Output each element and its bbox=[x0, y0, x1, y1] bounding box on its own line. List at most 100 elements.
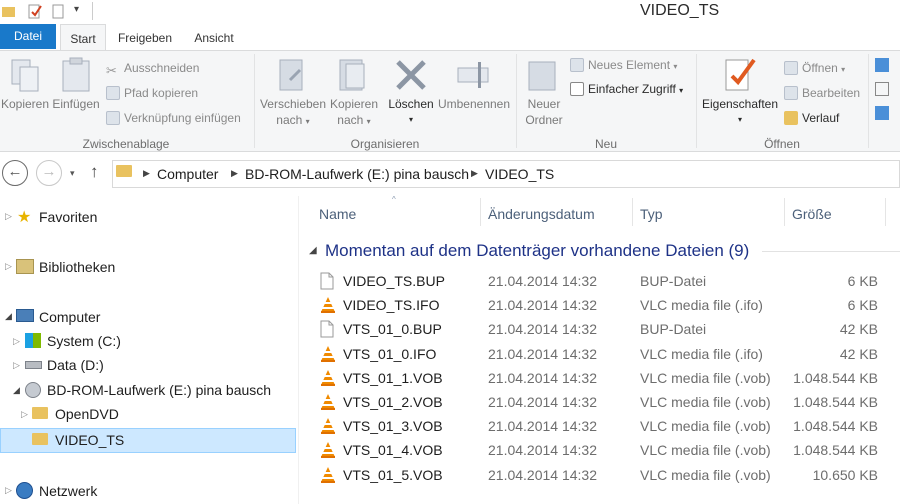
new-folder-button[interactable]: Neuer Ordner bbox=[518, 96, 570, 128]
nav-item-computer[interactable]: Computer bbox=[39, 307, 100, 327]
file-date: 21.04.2014 14:32 bbox=[488, 466, 597, 483]
easy-access-label: Einfacher Zugriff bbox=[588, 82, 676, 96]
file-size: 10.650 KB bbox=[812, 466, 878, 483]
column-header-date[interactable]: Änderungsdatum bbox=[488, 206, 595, 222]
new-folder-qat-icon[interactable] bbox=[52, 4, 66, 19]
properties-button[interactable]: Eigenschaften ▾ bbox=[700, 96, 780, 128]
group-label-new: Neu bbox=[594, 137, 617, 151]
file-row[interactable]: VTS_01_2.VOB 21.04.2014 14:32 VLC media fi… bbox=[300, 391, 900, 415]
breadcrumb-videots[interactable]: VIDEO_TS bbox=[485, 166, 554, 182]
cut-label: Ausschneiden bbox=[124, 61, 200, 75]
breadcrumb-computer[interactable]: Computer bbox=[157, 166, 218, 182]
breadcrumb-separator[interactable]: ▶ bbox=[143, 168, 150, 179]
group-header[interactable]: Momentan auf dem Datenträger vorhandene … bbox=[325, 241, 749, 261]
file-type: VLC media file (.ifo) bbox=[640, 345, 763, 362]
copy-button[interactable]: Kopieren bbox=[0, 96, 50, 112]
file-row[interactable]: VTS_01_1.VOB 21.04.2014 14:32 VLC media fi… bbox=[300, 367, 900, 391]
folder-icon bbox=[32, 407, 48, 422]
group-separator bbox=[696, 54, 697, 148]
paste-shortcut-button[interactable]: Verknüpfung einfügen bbox=[106, 109, 241, 127]
nav-item-opendvd[interactable]: OpenDVD bbox=[55, 404, 119, 424]
file-type: VLC media file (.vob) bbox=[640, 466, 771, 483]
file-name: VIDEO_TS.BUP bbox=[343, 273, 445, 289]
nav-item-videots[interactable]: VIDEO_TS bbox=[55, 430, 124, 450]
select-all-icon[interactable] bbox=[875, 58, 889, 72]
column-header-name[interactable]: Name bbox=[319, 206, 356, 222]
group-separator bbox=[868, 54, 869, 148]
file-row[interactable]: VTS_01_4.VOB 21.04.2014 14:32 VLC media fi… bbox=[300, 439, 900, 463]
breadcrumb-separator[interactable]: ▶ bbox=[471, 168, 478, 179]
expand-icon[interactable]: ▷ bbox=[5, 261, 12, 272]
breadcrumb-separator[interactable]: ▶ bbox=[231, 168, 238, 179]
file-row[interactable]: VTS_01_0.IFO 21.04.2014 14:32 VLC media fi… bbox=[300, 343, 900, 367]
recent-locations-icon[interactable]: ▾ bbox=[70, 168, 75, 179]
paste-button[interactable]: Einfügen bbox=[50, 96, 102, 112]
qat-dropdown-icon[interactable]: ▾ bbox=[74, 4, 79, 15]
file-name: VIDEO_TS.IFO bbox=[343, 297, 440, 314]
vlc-icon bbox=[320, 417, 336, 438]
column-divider[interactable] bbox=[784, 198, 785, 226]
column-divider[interactable] bbox=[480, 198, 481, 226]
file-row[interactable]: VIDEO_TS.IFO 21.04.2014 14:32 VLC media fi… bbox=[300, 294, 900, 318]
library-icon bbox=[16, 259, 34, 274]
breadcrumb-bdrom[interactable]: BD-ROM-Laufwerk (E:) pina bausch bbox=[245, 166, 469, 182]
group-label-clipboard: Zwischenablage bbox=[82, 137, 170, 151]
copy-to-button[interactable]: Kopieren nach ▾ bbox=[328, 96, 380, 130]
file-row[interactable]: VTS_01_5.VOB 21.04.2014 14:32 VLC media fi… bbox=[300, 464, 900, 488]
vlc-icon bbox=[320, 369, 336, 390]
tab-datei[interactable]: Datei bbox=[0, 24, 56, 49]
nav-item-netzwerk[interactable]: Netzwerk bbox=[39, 481, 97, 501]
edit-button[interactable]: Bearbeiten bbox=[784, 84, 860, 102]
collapse-icon[interactable]: ◢ bbox=[5, 311, 12, 322]
disc-drive-icon bbox=[25, 382, 41, 398]
copy-path-button[interactable]: Pfad kopieren bbox=[106, 84, 198, 102]
file-date: 21.04.2014 14:32 bbox=[488, 297, 597, 314]
rename-button[interactable]: Umbenennen bbox=[436, 96, 512, 112]
expand-icon[interactable]: ▷ bbox=[5, 485, 12, 496]
history-button[interactable]: Verlauf bbox=[784, 109, 839, 127]
column-header-type[interactable]: Typ bbox=[640, 206, 663, 222]
new-item-button[interactable]: Neues Element ▾ bbox=[570, 56, 677, 74]
up-button[interactable]: ↑ bbox=[90, 162, 99, 182]
tab-start[interactable]: Start bbox=[60, 24, 106, 51]
column-divider[interactable] bbox=[632, 198, 633, 226]
nav-item-favoriten[interactable]: Favoriten bbox=[39, 207, 97, 227]
delete-dropdown-icon: ▾ bbox=[408, 115, 413, 124]
pane-divider[interactable] bbox=[298, 196, 299, 504]
nav-item-data-d[interactable]: Data (D:) bbox=[47, 355, 104, 375]
column-header-size[interactable]: Größe bbox=[792, 206, 832, 222]
address-folder-icon bbox=[116, 165, 132, 180]
move-to-button[interactable]: Verschieben nach ▾ bbox=[258, 96, 328, 130]
file-row[interactable]: VTS_01_0.BUP 21.04.2014 14:32 BUP-Datei 42 … bbox=[300, 318, 900, 342]
properties-label: Eigenschaften bbox=[701, 97, 779, 111]
file-row[interactable]: VTS_01_3.VOB 21.04.2014 14:32 VLC media fi… bbox=[300, 415, 900, 439]
file-name: VTS_01_0.IFO bbox=[343, 345, 437, 362]
open-button[interactable]: Öffnen ▾ bbox=[784, 59, 845, 77]
easy-access-icon bbox=[570, 82, 584, 96]
nav-item-system-c[interactable]: System (C:) bbox=[47, 331, 121, 351]
copy-to-label-2: nach bbox=[337, 113, 364, 127]
nav-item-bibliotheken[interactable]: Bibliotheken bbox=[39, 257, 115, 277]
select-none-icon[interactable] bbox=[875, 82, 889, 96]
expand-icon[interactable]: ▷ bbox=[21, 409, 28, 420]
back-button[interactable]: ← bbox=[2, 160, 28, 186]
tab-freigeben[interactable]: Freigeben bbox=[112, 24, 178, 50]
forward-button[interactable]: → bbox=[36, 160, 62, 186]
group-collapse-icon[interactable]: ◢ bbox=[309, 245, 317, 256]
file-date: 21.04.2014 14:32 bbox=[488, 345, 597, 362]
invert-selection-icon[interactable] bbox=[875, 106, 889, 120]
file-row[interactable]: VIDEO_TS.BUP 21.04.2014 14:32 BUP-Datei 6 K… bbox=[300, 270, 900, 294]
expand-icon[interactable]: ▷ bbox=[13, 336, 20, 347]
file-date: 21.04.2014 14:32 bbox=[488, 442, 597, 459]
delete-button[interactable]: Löschen ▾ bbox=[386, 96, 436, 128]
expand-icon[interactable]: ▷ bbox=[5, 211, 12, 222]
paste-shortcut-icon bbox=[106, 111, 120, 125]
column-divider[interactable] bbox=[885, 198, 886, 226]
cut-button[interactable]: ✂ Ausschneiden bbox=[106, 59, 200, 78]
properties-qat-icon[interactable] bbox=[28, 4, 42, 19]
nav-item-bdrom[interactable]: BD-ROM-Laufwerk (E:) pina bausch bbox=[47, 380, 271, 400]
expand-icon[interactable]: ▷ bbox=[13, 360, 20, 371]
easy-access-button[interactable]: Einfacher Zugriff ▾ bbox=[570, 80, 683, 98]
tab-ansicht[interactable]: Ansicht bbox=[186, 24, 242, 50]
collapse-icon[interactable]: ◢ bbox=[13, 385, 20, 396]
